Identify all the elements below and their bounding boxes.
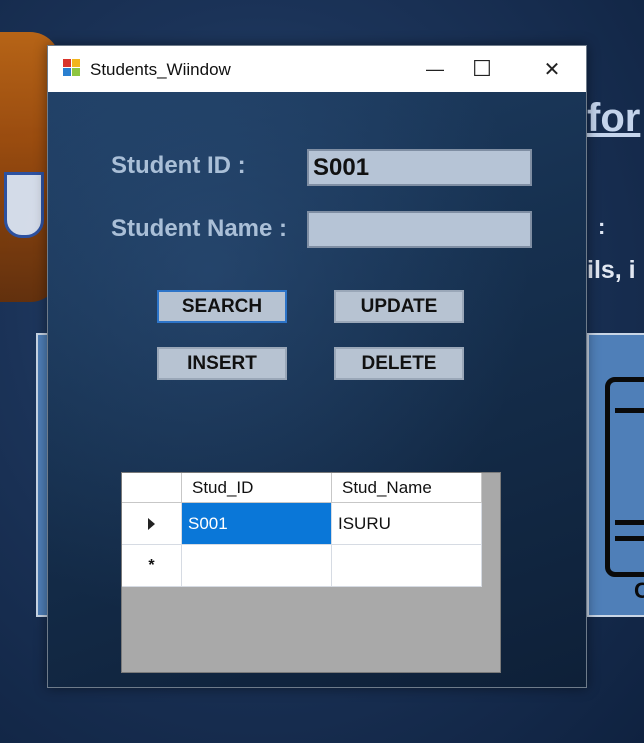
- student-name-label: Student Name :: [111, 215, 288, 242]
- cell-stud-name-new[interactable]: [332, 545, 482, 587]
- current-row-arrow-icon: [148, 517, 155, 530]
- column-header-stud-id[interactable]: Stud_ID: [182, 473, 332, 503]
- students-window: Students_Wiindow — ☐ ✕ Student ID : Stud…: [47, 45, 587, 688]
- student-id-input[interactable]: [307, 149, 532, 186]
- maximize-icon: ☐: [472, 56, 492, 81]
- device-icon: [605, 377, 644, 577]
- minimize-button[interactable]: —: [412, 46, 458, 92]
- cell-stud-id[interactable]: S001: [182, 503, 332, 545]
- app-icon: [63, 59, 81, 77]
- window-title: Students_Wiindow: [90, 60, 231, 79]
- background-colon: :: [598, 214, 606, 239]
- row-header-new[interactable]: *: [122, 545, 182, 587]
- new-table-row[interactable]: *: [122, 545, 482, 587]
- table-row[interactable]: S001 ISURU: [122, 503, 482, 545]
- row-header-current[interactable]: [122, 503, 182, 545]
- close-icon: ✕: [543, 58, 561, 81]
- background-title: for: [587, 96, 641, 140]
- background-text: ils, i: [587, 256, 636, 284]
- form-client-area: Student ID : Student Name : SEARCH UPDAT…: [48, 92, 586, 687]
- maximize-button[interactable]: ☐: [459, 46, 505, 92]
- minimize-icon: —: [426, 58, 444, 79]
- delete-button[interactable]: DELETE: [334, 347, 464, 380]
- grid-corner-header[interactable]: [122, 473, 182, 503]
- student-name-input[interactable]: [307, 211, 532, 248]
- update-button[interactable]: UPDATE: [334, 290, 464, 323]
- device-line-top: [615, 408, 644, 413]
- insert-button[interactable]: INSERT: [157, 347, 287, 380]
- cell-stud-name[interactable]: ISURU: [332, 503, 482, 545]
- device-line-bottom: [615, 536, 644, 541]
- student-id-label: Student ID :: [111, 152, 246, 179]
- grid-header-row: Stud_ID Stud_Name: [122, 473, 482, 503]
- column-header-stud-name[interactable]: Stud_Name: [332, 473, 482, 503]
- close-button[interactable]: ✕: [529, 46, 575, 92]
- title-bar[interactable]: Students_Wiindow — ☐ ✕: [48, 46, 586, 92]
- new-row-asterisk-icon: *: [148, 556, 155, 574]
- background-letter: C: [634, 578, 644, 603]
- cell-stud-id-new[interactable]: [182, 545, 332, 587]
- device-line-mid: [615, 520, 644, 525]
- logo-shield-icon: [4, 172, 44, 238]
- students-data-grid[interactable]: Stud_ID Stud_Name S001 ISURU *: [121, 472, 501, 673]
- search-button[interactable]: SEARCH: [157, 290, 287, 323]
